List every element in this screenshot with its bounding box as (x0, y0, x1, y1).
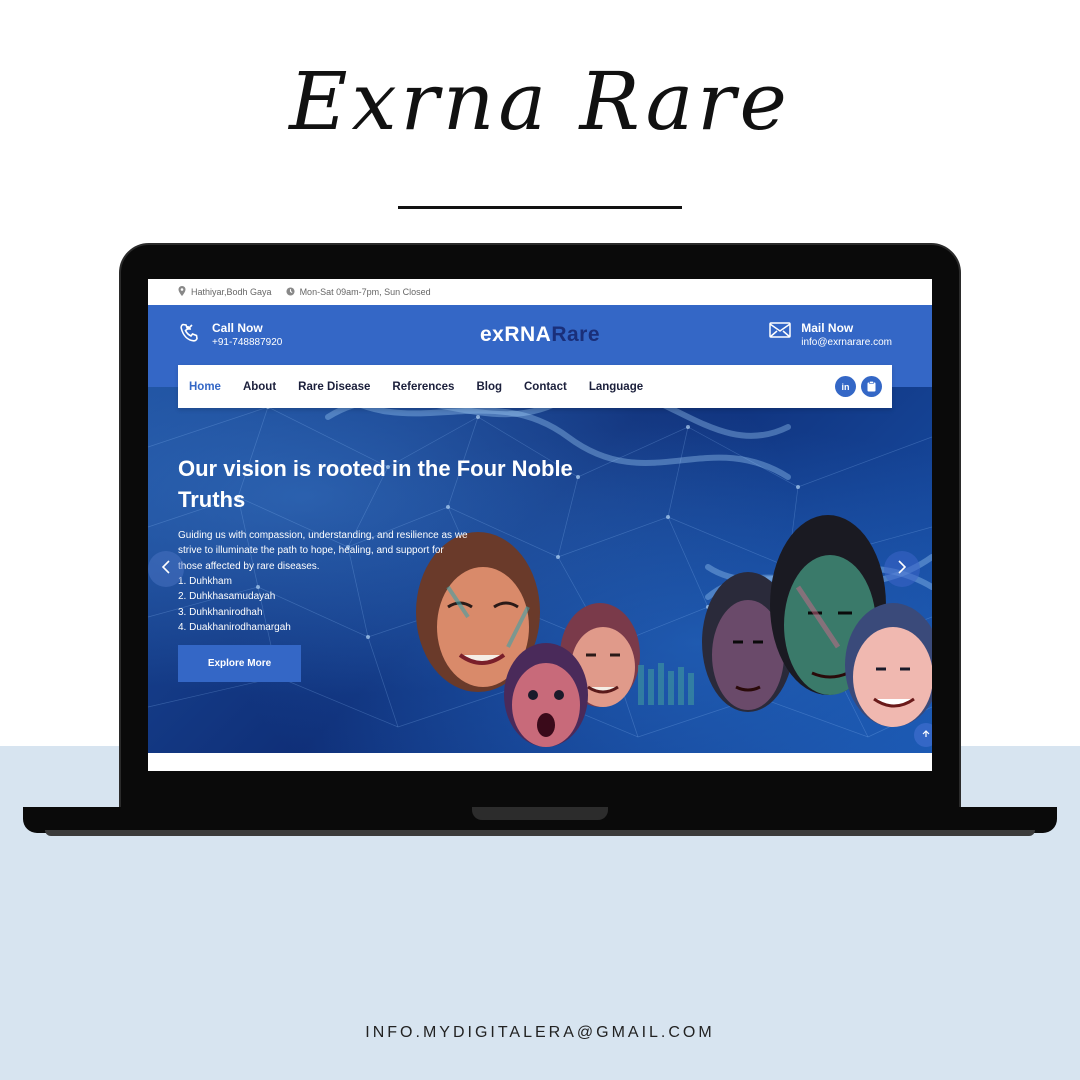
clock-icon (286, 286, 295, 298)
mail-now-block[interactable]: Mail Now info@exrnarare.com (769, 321, 892, 348)
title-divider (398, 206, 682, 209)
envelope-icon (769, 321, 791, 344)
laptop-screen: Hathiyar,Bodh Gaya Mon-Sat 09am-7pm, Sun… (148, 279, 932, 771)
main-navbar: Home About Rare Disease References Blog … (178, 365, 892, 408)
arrow-up-icon (922, 729, 930, 741)
topbar-location: Hathiyar,Bodh Gaya (178, 286, 272, 298)
mail-address[interactable]: info@exrnarare.com (801, 337, 892, 348)
list-item: 1. Duhkham (178, 576, 232, 587)
hero-description: Guiding us with compassion, understandin… (178, 530, 468, 572)
slider-prev-button[interactable] (148, 551, 184, 587)
chevron-left-icon (161, 559, 171, 580)
list-item: 3. Duhkhanirodhah (178, 606, 263, 618)
nav-rare-disease[interactable]: Rare Disease (298, 381, 370, 393)
scroll-to-top-button[interactable] (914, 723, 932, 747)
list-item: 4. Duakhanirodhamargah (178, 621, 291, 633)
slider-next-button[interactable] (884, 551, 920, 587)
logo-part2: Rare (551, 323, 601, 346)
page-title: Exrna Rare (289, 55, 791, 148)
social-links: in (835, 376, 882, 397)
nav-about[interactable]: About (243, 381, 276, 393)
chevron-right-icon (897, 559, 907, 580)
linkedin-text: in (841, 381, 850, 392)
location-text: Hathiyar,Bodh Gaya (191, 287, 272, 297)
explore-more-button[interactable]: Explore More (178, 645, 301, 682)
list-item: 2. Duhkhasamudayah (178, 591, 276, 603)
nav-language[interactable]: Language (589, 381, 643, 393)
website-topbar: Hathiyar,Bodh Gaya Mon-Sat 09am-7pm, Sun… (148, 279, 932, 305)
laptop-notch (472, 807, 608, 820)
noble-truths-list: 1. Duhkham 2. Duhkhasamudayah 3. Duhkhan… (178, 574, 291, 635)
map-pin-icon (178, 286, 186, 298)
clipboard-icon[interactable] (861, 376, 882, 397)
nav-blog[interactable]: Blog (476, 381, 502, 393)
hours-text: Mon-Sat 09am-7pm, Sun Closed (299, 287, 431, 297)
linkedin-icon[interactable]: in (835, 376, 856, 397)
nav-contact[interactable]: Contact (524, 381, 567, 393)
topbar-hours: Mon-Sat 09am-7pm, Sun Closed (286, 286, 431, 298)
mail-now-label: Mail Now (801, 321, 854, 335)
logo-part1: exRNA (479, 323, 552, 346)
laptop-base-shadow (45, 830, 1035, 836)
hero-section: Our vision is rooted in the Four Noble T… (148, 387, 932, 753)
hero-title: Our vision is rooted in the Four Noble T… (178, 456, 573, 512)
footer-email[interactable]: INFO.MYDIGITALERA@GMAIL.COM (0, 1024, 1080, 1042)
nav-home[interactable]: Home (189, 381, 221, 393)
nav-references[interactable]: References (392, 381, 454, 393)
